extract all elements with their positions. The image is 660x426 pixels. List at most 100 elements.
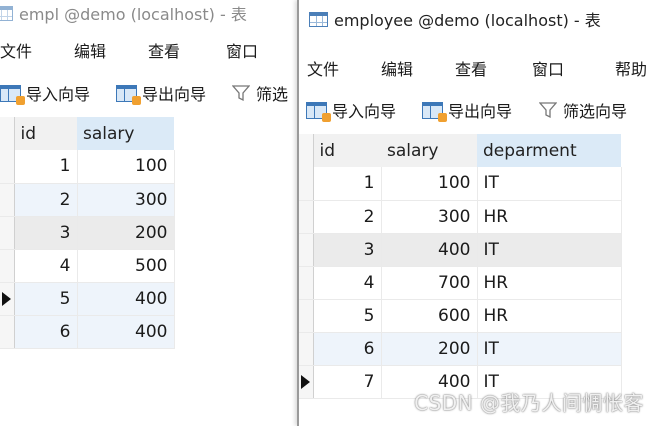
row-marker[interactable] — [0, 183, 15, 217]
empl-menubar: 文件 编辑 查看 窗口 — [0, 26, 300, 70]
grid-header-row: id salary — [0, 117, 174, 150]
employee-data-grid: id salary deparment 1 100 IT 2 300 HR 3 … — [299, 134, 622, 399]
row-marker[interactable] — [299, 200, 314, 234]
menu-file[interactable]: 文件 — [0, 38, 32, 62]
import-icon — [306, 101, 331, 122]
cell-salary[interactable]: 300 — [77, 183, 175, 217]
cell-id[interactable]: 1 — [14, 150, 78, 184]
cell-id[interactable]: 6 — [313, 332, 382, 366]
import-wizard-button[interactable]: 导入向导 — [306, 98, 396, 122]
menu-view[interactable]: 查看 — [455, 56, 487, 80]
cell-id[interactable]: 4 — [14, 249, 78, 283]
table-row[interactable]: 1 100 — [0, 150, 175, 184]
table-row[interactable]: 6 400 — [0, 315, 175, 349]
filter-wizard-button[interactable]: 筛选 — [232, 81, 288, 105]
cell-id[interactable]: 6 — [14, 315, 78, 349]
export-icon — [422, 101, 447, 122]
cell-id[interactable]: 3 — [14, 216, 78, 250]
row-header-corner — [0, 117, 15, 150]
row-marker[interactable] — [299, 365, 314, 399]
table-row[interactable]: 4 700 HR — [299, 266, 622, 300]
empl-window-title: empl @demo (localhost) - 表 — [19, 5, 247, 24]
employee-table-window: employee @demo (localhost) - 表 文件 编辑 查看 … — [297, 0, 660, 426]
cell-salary[interactable]: 100 — [381, 167, 478, 201]
row-marker[interactable] — [0, 216, 15, 250]
cell-id[interactable]: 2 — [313, 200, 382, 234]
cell-id[interactable]: 3 — [313, 233, 382, 267]
row-marker[interactable] — [0, 249, 15, 283]
empl-toolbar: 导入向导 导出向导 筛选 — [0, 70, 300, 108]
cell-id[interactable]: 1 — [313, 167, 382, 201]
menu-file[interactable]: 文件 — [307, 56, 339, 80]
row-marker[interactable] — [299, 167, 314, 201]
employee-window-title: employee @demo (localhost) - 表 — [334, 11, 601, 30]
current-row-arrow-icon — [301, 374, 311, 389]
column-header-id[interactable]: id — [313, 134, 381, 167]
cell-salary[interactable]: 200 — [381, 332, 478, 366]
row-marker[interactable] — [0, 150, 15, 184]
menu-edit[interactable]: 编辑 — [381, 56, 413, 80]
table-icon — [309, 11, 328, 27]
menu-window[interactable]: 窗口 — [532, 56, 564, 80]
table-row[interactable]: 6 200 IT — [299, 332, 622, 366]
filter-wizard-label: 筛选 — [256, 85, 289, 104]
empl-table-window: empl @demo (localhost) - 表 文件 编辑 查看 窗口 导… — [0, 0, 300, 426]
cell-deparment[interactable]: IT — [477, 332, 622, 366]
export-wizard-button[interactable]: 导出向导 — [116, 81, 206, 105]
cell-salary[interactable]: 400 — [77, 315, 175, 349]
row-header-corner — [299, 134, 314, 167]
column-header-id[interactable]: id — [14, 117, 77, 150]
cell-salary[interactable]: 600 — [381, 299, 478, 333]
column-header-salary[interactable]: salary — [381, 134, 477, 167]
cell-id[interactable]: 5 — [14, 282, 78, 316]
cell-deparment[interactable]: IT — [477, 233, 622, 267]
cell-salary[interactable]: 500 — [77, 249, 175, 283]
table-icon — [0, 5, 13, 21]
cell-salary[interactable]: 300 — [381, 200, 478, 234]
current-row-arrow-icon — [2, 291, 12, 306]
cell-salary[interactable]: 100 — [77, 150, 175, 184]
menu-edit[interactable]: 编辑 — [74, 38, 106, 62]
table-row[interactable]: 5 600 HR — [299, 299, 622, 333]
cell-deparment[interactable]: IT — [477, 167, 622, 201]
row-marker[interactable] — [299, 266, 314, 300]
column-header-salary[interactable]: salary — [77, 117, 174, 150]
table-row[interactable]: 1 100 IT — [299, 167, 622, 201]
export-wizard-label: 导出向导 — [448, 102, 513, 121]
cell-deparment[interactable]: HR — [477, 200, 622, 234]
cell-id[interactable]: 7 — [313, 365, 382, 399]
menu-view[interactable]: 查看 — [148, 38, 180, 62]
filter-wizard-button[interactable]: 筛选向导 — [539, 98, 627, 122]
funnel-icon — [232, 85, 250, 102]
cell-id[interactable]: 5 — [313, 299, 382, 333]
cell-id[interactable]: 4 — [313, 266, 382, 300]
cell-deparment[interactable]: HR — [477, 299, 622, 333]
menu-help[interactable]: 帮助 — [615, 56, 647, 80]
employee-titlebar[interactable]: employee @demo (localhost) - 表 — [299, 0, 660, 38]
cell-salary[interactable]: 400 — [381, 233, 478, 267]
empl-titlebar[interactable]: empl @demo (localhost) - 表 — [0, 0, 300, 26]
import-wizard-button[interactable]: 导入向导 — [0, 81, 90, 105]
cell-deparment[interactable]: HR — [477, 266, 622, 300]
column-header-deparment[interactable]: deparment — [477, 134, 621, 167]
table-row[interactable]: 3 400 IT — [299, 233, 622, 267]
export-wizard-button[interactable]: 导出向导 — [422, 98, 512, 122]
cell-id[interactable]: 2 — [14, 183, 78, 217]
cell-salary[interactable]: 700 — [381, 266, 478, 300]
import-wizard-label: 导入向导 — [332, 102, 397, 121]
export-wizard-label: 导出向导 — [142, 85, 207, 104]
table-row[interactable]: 4 500 — [0, 249, 175, 283]
row-marker[interactable] — [299, 233, 314, 267]
table-row[interactable]: 2 300 HR — [299, 200, 622, 234]
row-marker[interactable] — [299, 299, 314, 333]
empl-data-grid: id salary 1 100 2 300 3 200 4 500 5 400 — [0, 117, 175, 349]
cell-salary[interactable]: 400 — [77, 282, 175, 316]
menu-window[interactable]: 窗口 — [226, 38, 258, 62]
row-marker[interactable] — [0, 282, 15, 316]
row-marker[interactable] — [0, 315, 15, 349]
table-row[interactable]: 3 200 — [0, 216, 175, 250]
table-row[interactable]: 2 300 — [0, 183, 175, 217]
row-marker[interactable] — [299, 332, 314, 366]
cell-salary[interactable]: 200 — [77, 216, 175, 250]
table-row[interactable]: 5 400 — [0, 282, 175, 316]
